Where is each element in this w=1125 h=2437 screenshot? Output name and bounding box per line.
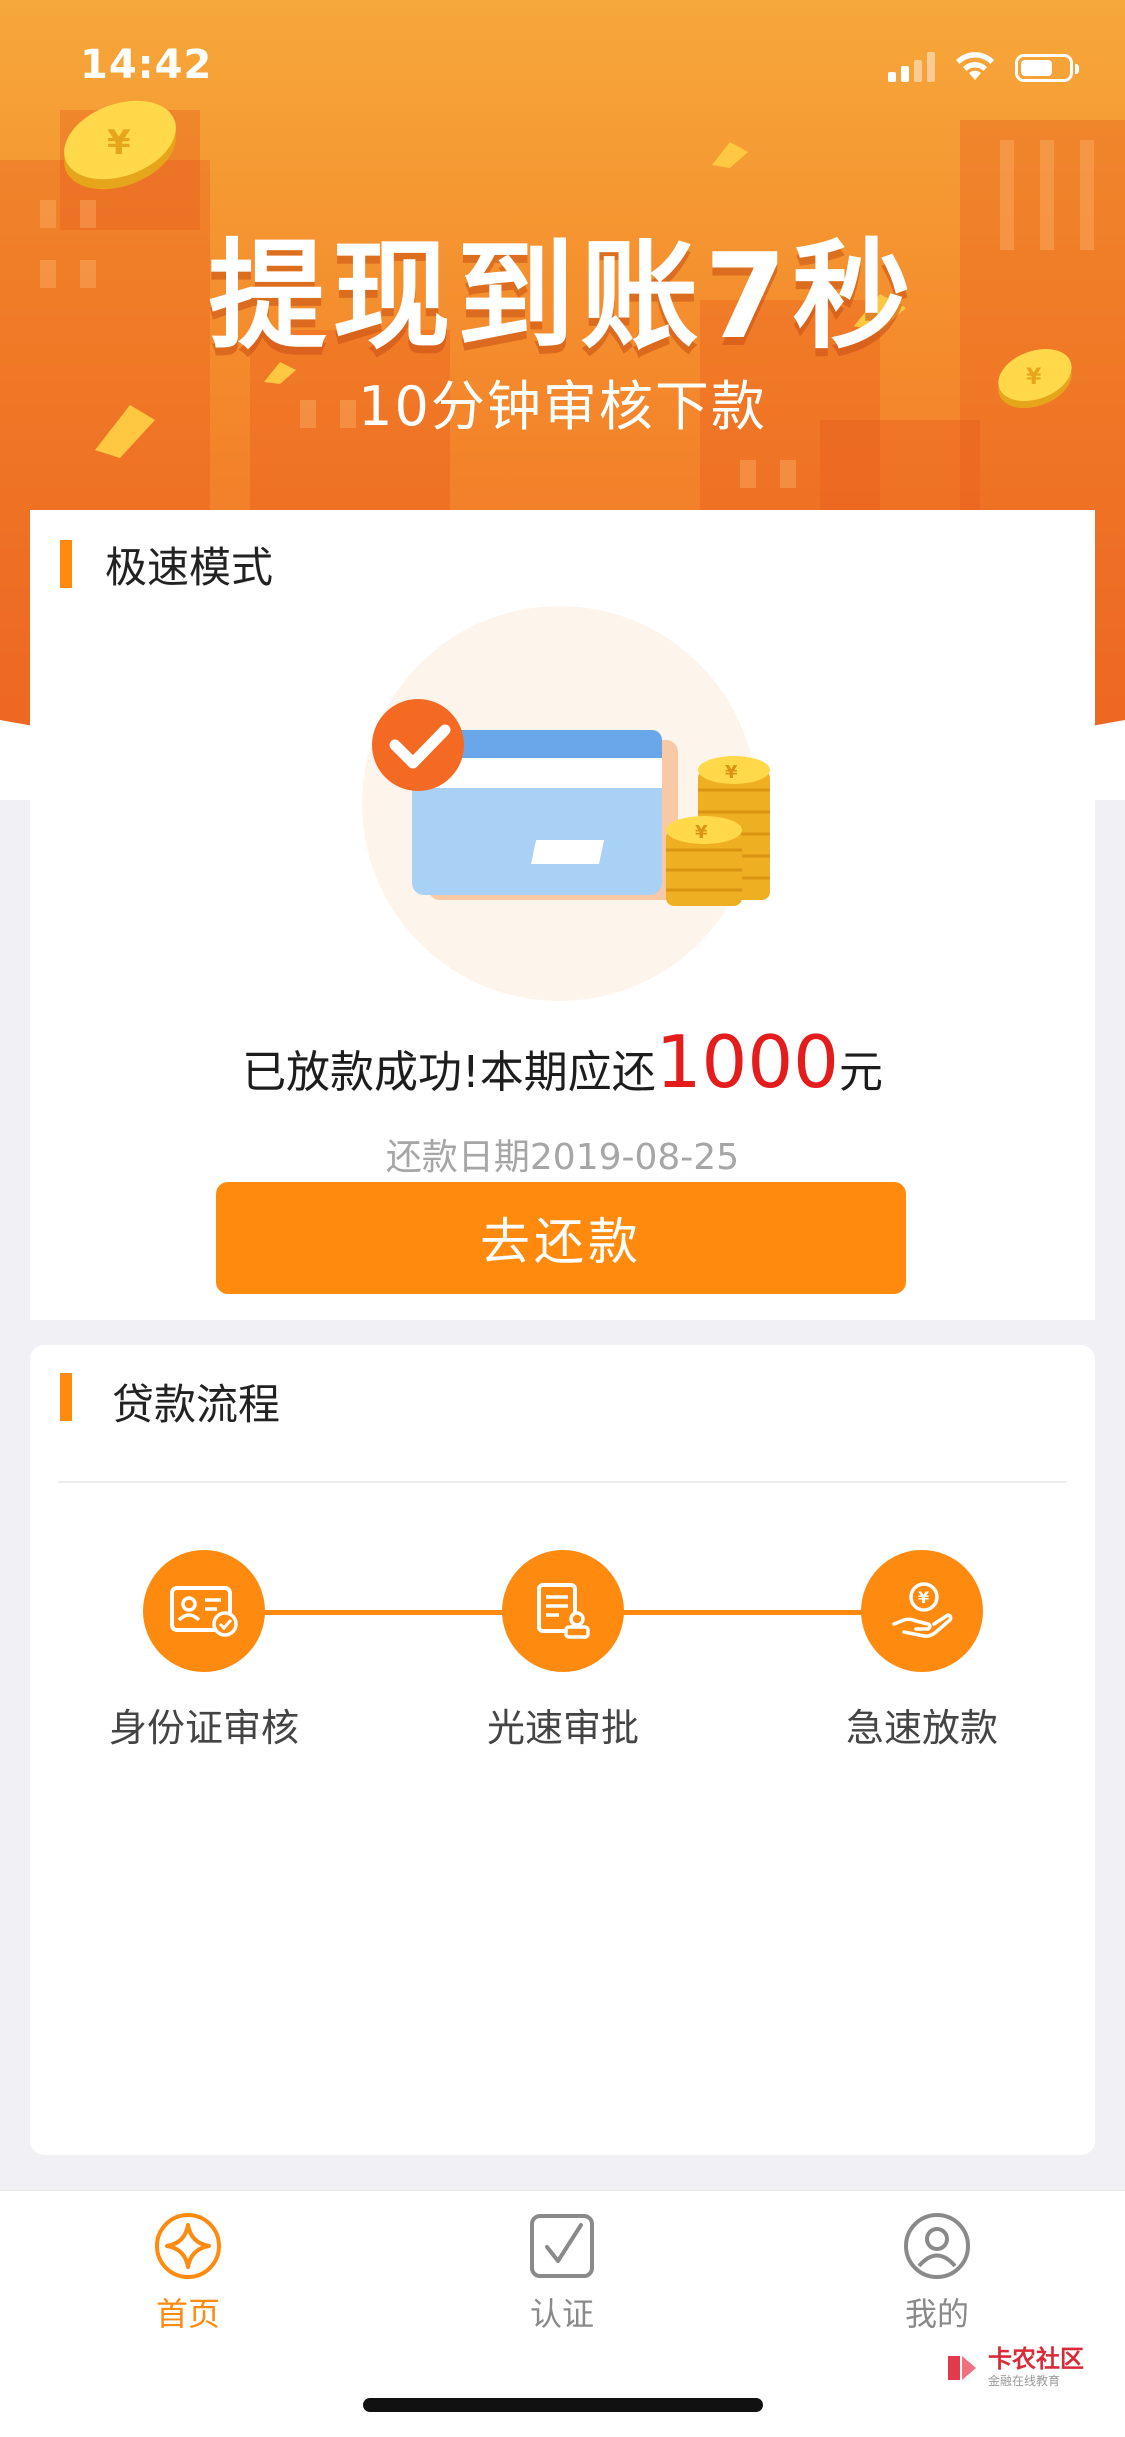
status-icons bbox=[888, 50, 1079, 82]
hero-subtitle: 10分钟审核下款 bbox=[358, 375, 767, 438]
loan-message-prefix: 已放款成功!本期应还 bbox=[242, 1047, 656, 1098]
svg-text:¥: ¥ bbox=[725, 762, 738, 783]
step-id-verify bbox=[143, 1550, 265, 1672]
svg-text:¥: ¥ bbox=[918, 1588, 929, 1607]
step-label: 急速放款 bbox=[845, 1706, 998, 1750]
home-indicator[interactable] bbox=[363, 2398, 763, 2412]
svg-text:¥: ¥ bbox=[107, 123, 131, 163]
section-accent-bar bbox=[60, 540, 72, 588]
amount-unit: 元 bbox=[838, 1047, 883, 1098]
coin-icon: ¥ bbox=[64, 100, 176, 190]
step-connector bbox=[230, 1610, 520, 1615]
section-accent-bar bbox=[60, 1373, 72, 1421]
watermark-text: 卡农社区 bbox=[988, 2345, 1084, 2373]
section-divider bbox=[58, 1481, 1067, 1483]
svg-text:¥: ¥ bbox=[695, 822, 708, 843]
battery-icon bbox=[1015, 54, 1079, 82]
status-time: 14:42 bbox=[80, 42, 213, 88]
tab-home[interactable]: 首页 bbox=[88, 2211, 288, 2335]
tab-mine[interactable]: 我的 bbox=[837, 2211, 1037, 2335]
window-decoration bbox=[780, 460, 796, 488]
checkbox-icon bbox=[530, 2214, 594, 2278]
confetti-decoration bbox=[712, 142, 748, 168]
tab-label: 首页 bbox=[155, 2295, 220, 2333]
section-title-loan-process: 贷款流程 bbox=[112, 1380, 281, 1429]
cellular-signal-icon bbox=[888, 50, 935, 82]
document-approve-icon bbox=[537, 1583, 590, 1639]
step-label: 光速审批 bbox=[486, 1706, 639, 1750]
repay-amount: 1000 bbox=[655, 1020, 839, 1104]
repay-button[interactable]: 去还款 bbox=[216, 1182, 906, 1294]
kanong-logo-icon bbox=[948, 2355, 976, 2380]
step-disburse: ¥ bbox=[861, 1550, 983, 1672]
section-title-speed-mode: 极速模式 bbox=[105, 543, 274, 592]
hero-title: 提现到账7秒 bbox=[208, 227, 917, 365]
id-card-check-icon bbox=[170, 1586, 238, 1637]
watermark: 卡农社区 金融在线教育 bbox=[944, 2346, 1084, 2389]
sparkle-home-icon bbox=[155, 2213, 221, 2279]
hand-yuan-coin-icon: ¥ bbox=[892, 1582, 953, 1638]
user-profile-icon bbox=[904, 2213, 970, 2279]
step-label: 身份证审核 bbox=[108, 1706, 299, 1750]
wifi-icon bbox=[956, 52, 994, 80]
step-connector bbox=[590, 1610, 880, 1615]
tab-label: 认证 bbox=[529, 2295, 594, 2333]
watermark-subtext: 金融在线教育 bbox=[988, 2374, 1061, 2388]
tab-label: 我的 bbox=[904, 2295, 969, 2333]
tab-verify[interactable]: 认证 bbox=[462, 2211, 662, 2335]
speed-mode-card: 极速模式 ¥ ¥ 已放款成功!本期应还1000元 还款日期2019-08-25 … bbox=[30, 510, 1095, 1320]
step-approval bbox=[502, 1550, 624, 1672]
loan-process-card: 贷款流程 身份证审核 光速审批 ¥ 急速放款 bbox=[30, 1345, 1095, 2155]
window-decoration bbox=[740, 460, 756, 488]
loan-success-message: 已放款成功!本期应还1000元 bbox=[30, 1020, 1095, 1104]
bank-card-coins-illustration: ¥ ¥ bbox=[372, 699, 770, 906]
repay-date: 还款日期2019-08-25 bbox=[385, 1137, 740, 1178]
